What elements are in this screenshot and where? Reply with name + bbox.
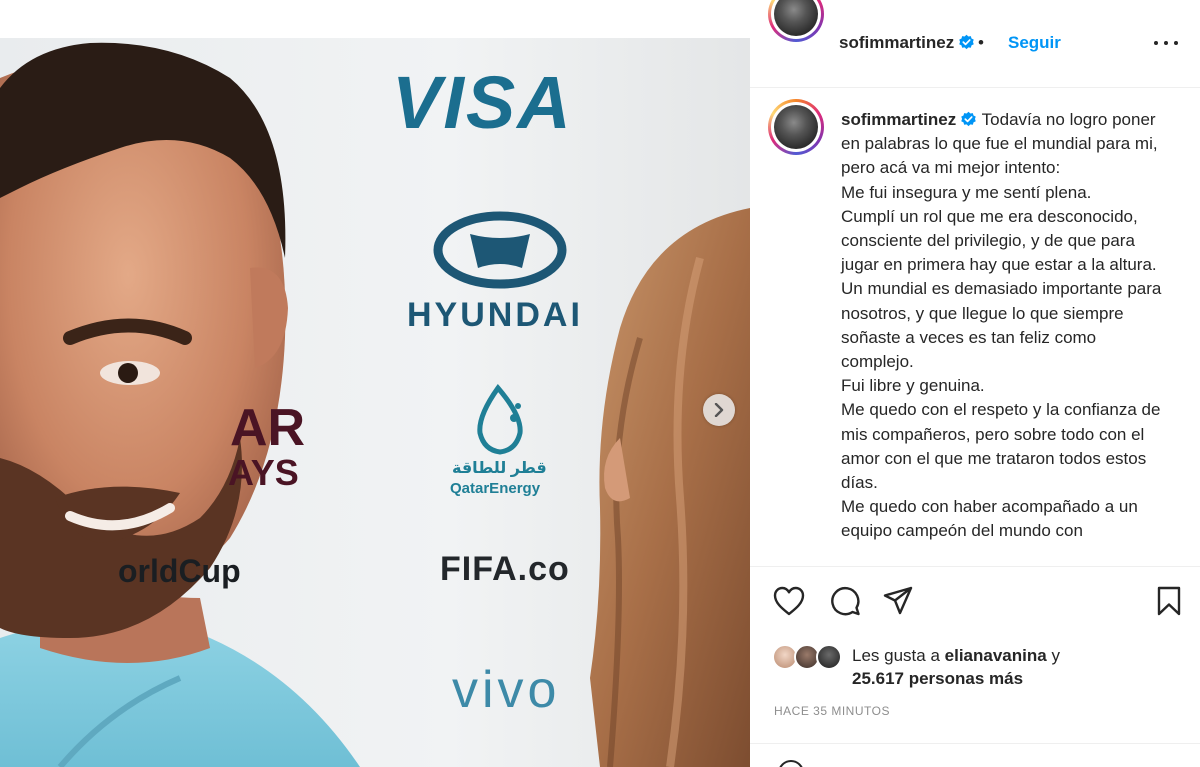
verified-badge-icon bbox=[961, 111, 977, 127]
sponsor-fifa: FIFA.co bbox=[440, 550, 570, 588]
divider bbox=[750, 743, 1200, 744]
likes-count-link[interactable]: 25.617 personas más bbox=[852, 669, 1023, 689]
likes-user-link[interactable]: elianavanina bbox=[945, 646, 1047, 665]
avatar[interactable] bbox=[768, 0, 824, 42]
caption-paragraph: Cumplí un rol que me era desconocido, co… bbox=[841, 206, 1162, 372]
sponsor-ar: AR bbox=[230, 399, 306, 457]
top-strip bbox=[0, 0, 750, 38]
post-sidebar: sofimmartinez • Seguir sofimmartinez Tod… bbox=[750, 0, 1200, 767]
photo-illustration bbox=[0, 38, 750, 767]
liker-avatar[interactable] bbox=[816, 644, 842, 670]
liker-avatars bbox=[772, 644, 848, 670]
more-options-icon[interactable] bbox=[1152, 32, 1180, 52]
likes-and: y bbox=[1051, 646, 1060, 665]
send-icon[interactable] bbox=[882, 585, 914, 617]
post-timestamp[interactable]: HACE 35 MINUTOS bbox=[774, 704, 890, 718]
comment-icon[interactable] bbox=[828, 585, 862, 617]
caption-paragraph: Me quedo con haber acompañado a un equip… bbox=[841, 497, 1138, 541]
emoji-icon[interactable] bbox=[778, 760, 804, 767]
next-photo-button[interactable] bbox=[703, 394, 735, 426]
caption-paragraph: Me fui insegura y me sentí plena. bbox=[841, 182, 1092, 202]
chevron-right-icon bbox=[714, 403, 724, 417]
caption-paragraph: Fui libre y genuina. bbox=[841, 376, 985, 396]
caption-area: sofimmartinez Todavía no logro poner en … bbox=[750, 89, 1200, 567]
action-bar bbox=[750, 585, 1200, 625]
sponsor-qatar-energy: QatarEnergy bbox=[450, 480, 541, 497]
header-separator: • bbox=[978, 33, 984, 52]
likes-prefix: Les gusta a bbox=[852, 646, 940, 665]
sponsor-visa: VISA bbox=[392, 61, 573, 144]
sponsor-ays: AYS bbox=[228, 452, 299, 493]
sponsor-worldcup: orldCup bbox=[118, 553, 241, 589]
caption-avatar[interactable] bbox=[768, 99, 824, 155]
likes-text: Les gusta a elianavanina y bbox=[852, 646, 1060, 666]
header-username[interactable]: sofimmartinez bbox=[839, 33, 954, 52]
bookmark-icon[interactable] bbox=[1154, 585, 1184, 617]
heart-icon[interactable] bbox=[772, 585, 806, 617]
sponsor-hyundai: HYUNDAI bbox=[407, 296, 583, 334]
caption-text: sofimmartinez Todavía no logro poner en … bbox=[841, 108, 1171, 544]
post-header: sofimmartinez • Seguir bbox=[750, 0, 1200, 88]
verified-badge-icon bbox=[959, 34, 975, 50]
post-photo: VISA HYUNDAI قطر للطاقة QatarEnergy FIFA… bbox=[0, 38, 750, 767]
sponsor-qatar-arabic: قطر للطاقة bbox=[452, 460, 547, 477]
caption-paragraph: Me quedo con el respeto y la confianza d… bbox=[841, 400, 1161, 493]
sponsor-vivo: vivo bbox=[452, 661, 561, 719]
caption-username[interactable]: sofimmartinez bbox=[841, 110, 956, 129]
follow-button[interactable]: Seguir bbox=[1008, 33, 1061, 53]
